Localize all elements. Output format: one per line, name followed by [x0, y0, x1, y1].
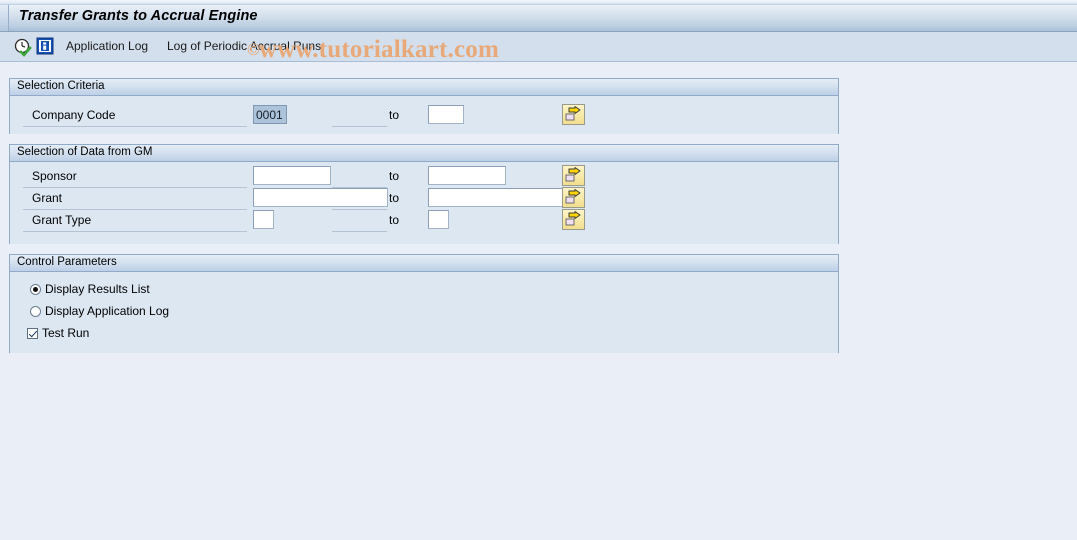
multi-select-arrow-icon[interactable] [562, 209, 585, 230]
toolbar-application-log-button[interactable]: Application Log [66, 39, 148, 53]
panel-selection-of-data-from-gm-title: Selection of Data from GM [10, 145, 838, 162]
page-title: Transfer Grants to Accrual Engine [19, 8, 258, 24]
panel-control-parameters: Control Parameters Display Results List … [9, 254, 839, 353]
field-label-grant-type: Grant Type [32, 213, 92, 227]
label-underline [332, 231, 387, 232]
panel-selection-of-data-from-gm: Selection of Data from GM Sponsor to Gra… [9, 144, 839, 244]
to-label: to [389, 213, 400, 227]
to-label: to [389, 108, 400, 122]
toolbar-periodic-accrual-runs-button[interactable]: Log of Periodic Accrual Runs [167, 39, 321, 53]
label-underline [332, 126, 387, 127]
grant-to-input[interactable] [428, 188, 563, 207]
to-label: to [389, 169, 400, 183]
to-label: to [389, 191, 400, 205]
panel-selection-of-data-from-gm-body: Sponsor to Grant to Grant Type to [10, 162, 838, 244]
titlebar-accent-block [0, 5, 9, 31]
multi-select-arrow-icon[interactable] [562, 104, 585, 125]
info-icon[interactable] [36, 37, 56, 57]
company-code-from-input[interactable] [253, 105, 287, 124]
checkbox-test-run-label: Test Run [42, 326, 90, 340]
radio-selected-icon[interactable] [30, 283, 41, 295]
radio-unselected-icon[interactable] [30, 305, 41, 317]
radio-display-application-log[interactable]: Display Application Log [30, 304, 169, 318]
radio-display-application-log-label: Display Application Log [45, 304, 170, 318]
panel-selection-criteria: Selection Criteria Company Code to [9, 78, 839, 134]
field-label-grant: Grant [32, 191, 63, 205]
panel-selection-criteria-title: Selection Criteria [10, 79, 838, 96]
multi-select-arrow-icon[interactable] [562, 187, 585, 208]
company-code-to-input[interactable] [428, 105, 464, 124]
panel-control-parameters-title: Control Parameters [10, 255, 838, 272]
field-label-sponsor: Sponsor [32, 169, 77, 183]
window-titlebar: Transfer Grants to Accrual Engine [0, 5, 1077, 32]
label-underline [23, 187, 247, 188]
grant-from-input[interactable] [253, 188, 388, 207]
checkbox-checked-icon[interactable] [27, 327, 38, 339]
sponsor-from-input[interactable] [253, 166, 331, 185]
label-underline [23, 126, 247, 127]
panel-selection-criteria-body: Company Code to [10, 96, 838, 134]
label-underline [23, 209, 247, 210]
checkbox-test-run[interactable]: Test Run [27, 326, 89, 340]
sponsor-to-input[interactable] [428, 166, 506, 185]
label-underline [23, 231, 247, 232]
radio-display-results-list-label: Display Results List [45, 282, 150, 296]
panel-control-parameters-body: Display Results List Display Application… [10, 272, 838, 353]
field-label-company-code: Company Code [32, 108, 116, 122]
radio-display-results-list[interactable]: Display Results List [30, 282, 150, 296]
label-underline [332, 209, 387, 210]
grant-type-from-input[interactable] [253, 210, 274, 229]
clock-check-icon[interactable] [13, 37, 33, 57]
toolbar: Application Log Log of Periodic Accrual … [0, 32, 1077, 62]
multi-select-arrow-icon[interactable] [562, 165, 585, 186]
grant-type-to-input[interactable] [428, 210, 449, 229]
